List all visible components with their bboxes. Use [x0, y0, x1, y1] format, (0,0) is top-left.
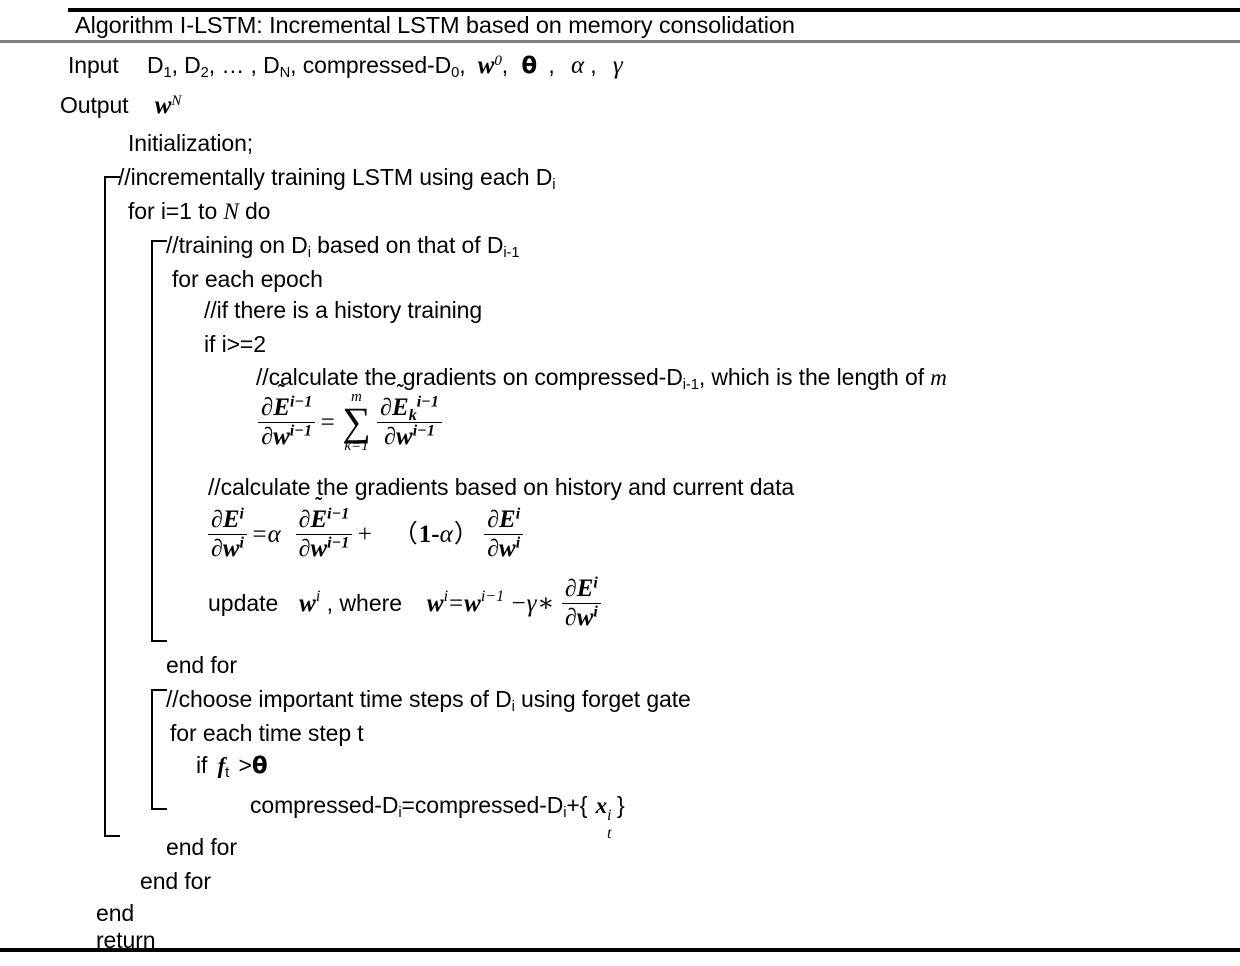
line-end: end — [96, 900, 135, 926]
formula-gradient-sum: ∂ ˜ Ei−1 ∂wi−1 = m ∑ k=1 ∂ ˜ Eki−1 ∂wi−1 — [258, 381, 442, 454]
bottom-rule — [0, 948, 1240, 952]
flow-bracket-epoch — [151, 240, 167, 642]
header-rule — [0, 40, 1240, 43]
formula-gradient-sum-rhs: ∂ ˜ Eki−1 ∂wi−1 — [377, 381, 442, 451]
flow-bracket-outer — [104, 176, 120, 837]
line-if-f-gt-theta: if ft >θ — [196, 752, 268, 782]
formula-combined-gradient: ∂Ei ∂wi =α ∂ ˜ Ei−1 ∂wi−1 + （1-α） ∂Ei ∂wi — [208, 494, 524, 563]
line-comment-training-on: //training on Di based on that of Di-1 — [166, 232, 520, 262]
output-label: Output — [60, 92, 129, 118]
line-for-each-time-step: for each time step t — [170, 720, 364, 746]
input-label: Input — [68, 52, 119, 78]
output-line: Output wN — [60, 92, 182, 119]
line-for-each-epoch: for each epoch — [172, 266, 323, 292]
line-comment-history: //if there is a history training — [204, 297, 483, 323]
line-initialization: Initialization; — [128, 130, 254, 156]
formula-update-fraction: ∂Ei ∂wi — [561, 575, 601, 632]
flow-bracket-forget-gate — [151, 689, 167, 810]
line-end-for-outer: end for — [140, 868, 211, 894]
line-comment-forget-gate: //choose important time steps of Di usin… — [166, 686, 691, 716]
line-comment-gradients-history: //calculate the gradients based on histo… — [208, 474, 795, 500]
formula-combined-term2: ∂Ei ∂wi — [484, 506, 524, 563]
line-comment-incremental: //incrementally training LSTM using each… — [118, 164, 556, 194]
formula-gradient-sum-lhs: ∂ ˜ Ei−1 ∂wi−1 — [258, 381, 316, 451]
line-if-i-ge-2: if i>=2 — [204, 331, 266, 357]
formula-combined-lhs: ∂Ei ∂wi — [208, 506, 247, 563]
summation-operator: m ∑ k=1 — [342, 389, 371, 454]
line-end-for-inner: end for — [166, 652, 237, 678]
line-end-for-middle: end for — [166, 834, 237, 860]
algorithm-figure: Algorithm I-LSTM: Incremental LSTM based… — [0, 0, 1240, 966]
algorithm-title: Algorithm I-LSTM: Incremental LSTM based… — [75, 12, 795, 38]
line-for-i: for i=1 to N do — [128, 198, 271, 224]
input-line: Input D1, D2, … , DN, compressed-D0, w0,… — [68, 52, 623, 82]
line-update: update wi , where wi=wi−1 −γ∗ ∂Ei ∂wi — [208, 575, 601, 632]
line-return: return — [96, 927, 156, 953]
line-compressed-assign: compressed-Di=compressed-Di+{ x i t } — [250, 792, 625, 842]
formula-combined-term1: ∂ ˜ Ei−1 ∂wi−1 — [295, 494, 353, 563]
